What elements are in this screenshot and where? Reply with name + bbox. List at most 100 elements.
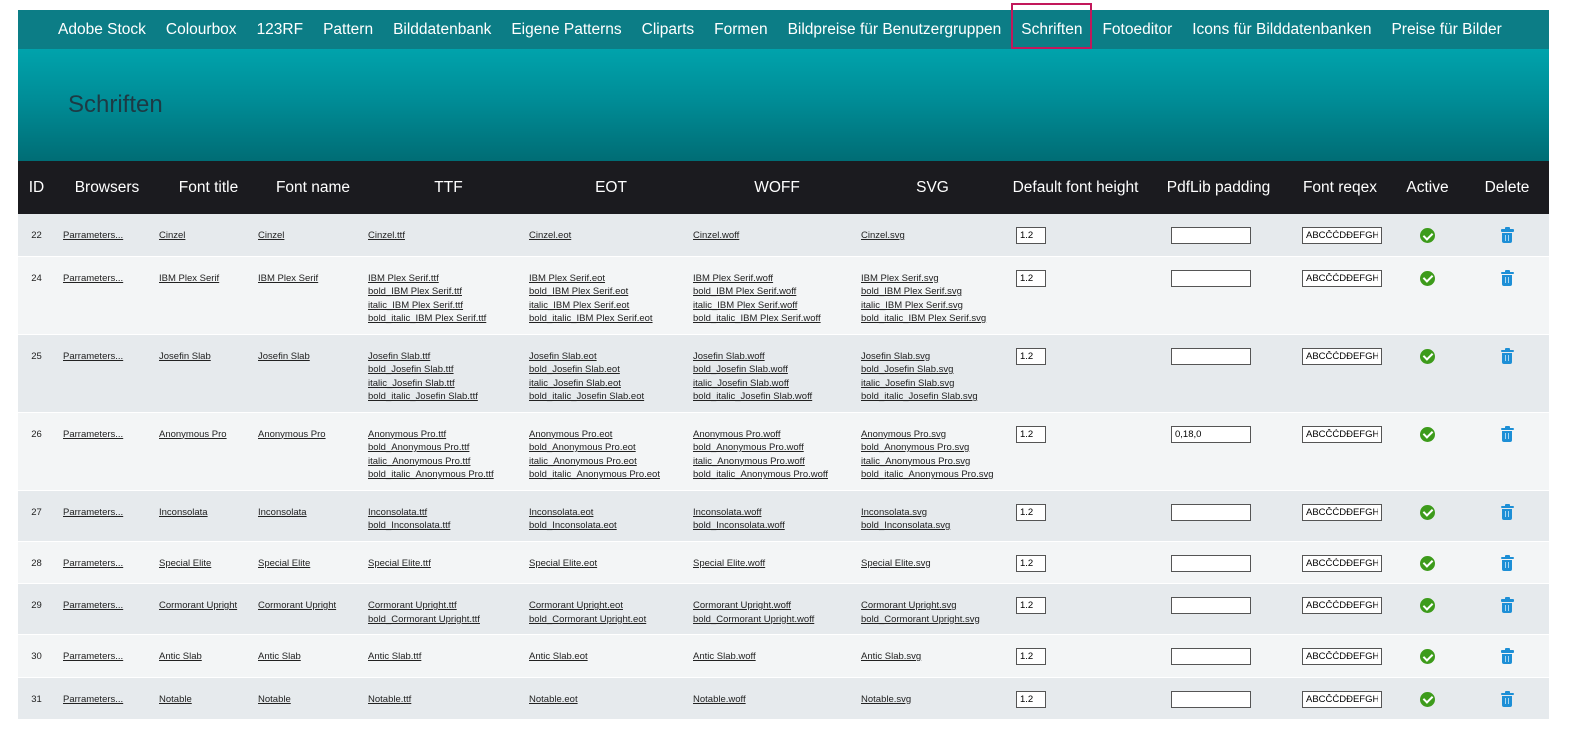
font-title-link[interactable]: Josefin Slab [159,350,258,364]
woff-file-link[interactable]: italic_Josefin Slab.woff [693,377,861,391]
header-delete[interactable]: Delete [1465,161,1549,214]
font-title-link[interactable]: Special Elite [159,557,258,571]
ttf-file-link[interactable]: bold_italic_Anonymous Pro.ttf [368,468,529,482]
browsers-parameters-link[interactable]: Parrameters... [63,428,159,442]
ttf-file-link[interactable]: italic_IBM Plex Serif.ttf [368,299,529,313]
header-default-height[interactable]: Default font height [1004,161,1147,214]
ttf-file-link[interactable]: Anonymous Pro.ttf [368,428,529,442]
nav-item-123rf[interactable]: 123RF [247,10,314,49]
ttf-file-link[interactable]: Inconsolata.ttf [368,506,529,520]
pdflib-padding-input[interactable] [1171,597,1251,614]
pdflib-padding-input[interactable] [1171,503,1251,521]
nav-item-formen[interactable]: Formen [704,10,777,49]
trash-icon[interactable] [1500,554,1514,571]
font-regex-input[interactable] [1302,227,1382,244]
ttf-file-link[interactable]: bold_italic_Josefin Slab.ttf [368,390,529,404]
default-height-input[interactable] [1016,227,1046,244]
font-regex-input[interactable] [1302,347,1382,365]
check-circle-icon[interactable] [1420,270,1435,286]
font-regex-input[interactable] [1302,648,1382,665]
font-regex-input[interactable] [1302,597,1382,614]
nav-item-schriften[interactable]: Schriften [1011,3,1093,49]
check-circle-icon[interactable] [1420,598,1435,613]
trash-icon[interactable] [1500,690,1514,707]
woff-file-link[interactable]: Special Elite.woff [693,557,861,571]
ttf-file-link[interactable]: bold_Anonymous Pro.ttf [368,441,529,455]
browsers-parameters-link[interactable]: Parrameters... [63,272,159,286]
woff-file-link[interactable]: bold_Cormorant Upright.woff [693,613,861,627]
nav-item-fotoeditor[interactable]: Fotoeditor [1092,10,1182,49]
browsers-parameters-link[interactable]: Parrameters... [63,506,159,520]
eot-file-link[interactable]: Cormorant Upright.eot [529,599,693,613]
svg-file-link[interactable]: italic_Anonymous Pro.svg [861,455,1004,469]
eot-file-link[interactable]: bold_Cormorant Upright.eot [529,613,693,627]
check-circle-icon[interactable] [1420,504,1435,520]
browsers-parameters-link[interactable]: Parrameters... [63,229,159,243]
pdflib-padding-input[interactable] [1171,425,1251,443]
font-title-link[interactable]: Anonymous Pro [159,428,258,442]
svg-file-link[interactable]: Anonymous Pro.svg [861,428,1004,442]
svg-file-link[interactable]: Special Elite.svg [861,557,1004,571]
eot-file-link[interactable]: bold_Anonymous Pro.eot [529,441,693,455]
woff-file-link[interactable]: Josefin Slab.woff [693,350,861,364]
font-title-link[interactable]: Cinzel [159,229,258,243]
eot-file-link[interactable]: bold_italic_Anonymous Pro.eot [529,468,693,482]
font-regex-input[interactable] [1302,554,1382,572]
header-ttf[interactable]: TTF [368,161,529,214]
nav-item-preise-f-r-bilder[interactable]: Preise für Bilder [1381,10,1511,49]
default-height-input[interactable] [1016,347,1046,365]
trash-icon[interactable] [1500,269,1514,286]
font-name-link[interactable]: Antic Slab [258,650,368,664]
svg-file-link[interactable]: bold_IBM Plex Serif.svg [861,285,1004,299]
woff-file-link[interactable]: italic_Anonymous Pro.woff [693,455,861,469]
eot-file-link[interactable]: Special Elite.eot [529,557,693,571]
woff-file-link[interactable]: IBM Plex Serif.woff [693,272,861,286]
check-circle-icon[interactable] [1420,426,1435,442]
default-height-input[interactable] [1016,690,1046,708]
svg-file-link[interactable]: Cinzel.svg [861,229,1004,243]
eot-file-link[interactable]: italic_IBM Plex Serif.eot [529,299,693,313]
woff-file-link[interactable]: Notable.woff [693,693,861,707]
font-title-link[interactable]: Cormorant Upright [159,599,258,613]
nav-item-eigene-patterns[interactable]: Eigene Patterns [501,10,631,49]
svg-file-link[interactable]: Cormorant Upright.svg [861,599,1004,613]
nav-item-pattern[interactable]: Pattern [313,10,383,49]
nav-item-icons-f-r-bilddatenbanken[interactable]: Icons für Bilddatenbanken [1182,10,1381,49]
svg-file-link[interactable]: IBM Plex Serif.svg [861,272,1004,286]
eot-file-link[interactable]: bold_Josefin Slab.eot [529,363,693,377]
header-browsers[interactable]: Browsers [55,161,159,214]
eot-file-link[interactable]: italic_Josefin Slab.eot [529,377,693,391]
nav-item-cliparts[interactable]: Cliparts [632,10,705,49]
svg-file-link[interactable]: bold_Inconsolata.svg [861,519,1004,533]
nav-item-bilddatenbank[interactable]: Bilddatenbank [383,10,501,49]
ttf-file-link[interactable]: bold_Inconsolata.ttf [368,519,529,533]
header-eot[interactable]: EOT [529,161,693,214]
eot-file-link[interactable]: Antic Slab.eot [529,650,693,664]
default-height-input[interactable] [1016,597,1046,614]
nav-item-bildpreise-f-r-benutzergruppen[interactable]: Bildpreise für Benutzergruppen [778,10,1012,49]
woff-file-link[interactable]: Cormorant Upright.woff [693,599,861,613]
pdflib-padding-input[interactable] [1171,227,1251,244]
default-height-input[interactable] [1016,554,1046,572]
svg-file-link[interactable]: Antic Slab.svg [861,650,1004,664]
eot-file-link[interactable]: IBM Plex Serif.eot [529,272,693,286]
header-font-name[interactable]: Font name [258,161,368,214]
check-circle-icon[interactable] [1420,649,1435,664]
trash-icon[interactable] [1500,597,1514,613]
ttf-file-link[interactable]: italic_Anonymous Pro.ttf [368,455,529,469]
trash-icon[interactable] [1500,227,1514,243]
check-circle-icon[interactable] [1420,555,1435,571]
header-pdflib-padding[interactable]: PdfLib padding [1147,161,1290,214]
eot-file-link[interactable]: italic_Anonymous Pro.eot [529,455,693,469]
eot-file-link[interactable]: bold_italic_IBM Plex Serif.eot [529,312,693,326]
font-name-link[interactable]: Cinzel [258,229,368,243]
svg-file-link[interactable]: Notable.svg [861,693,1004,707]
ttf-file-link[interactable]: Cinzel.ttf [368,229,529,243]
browsers-parameters-link[interactable]: Parrameters... [63,693,159,707]
font-regex-input[interactable] [1302,690,1382,708]
ttf-file-link[interactable]: Notable.ttf [368,693,529,707]
woff-file-link[interactable]: bold_italic_IBM Plex Serif.woff [693,312,861,326]
font-name-link[interactable]: IBM Plex Serif [258,272,368,286]
woff-file-link[interactable]: Antic Slab.woff [693,650,861,664]
eot-file-link[interactable]: Notable.eot [529,693,693,707]
